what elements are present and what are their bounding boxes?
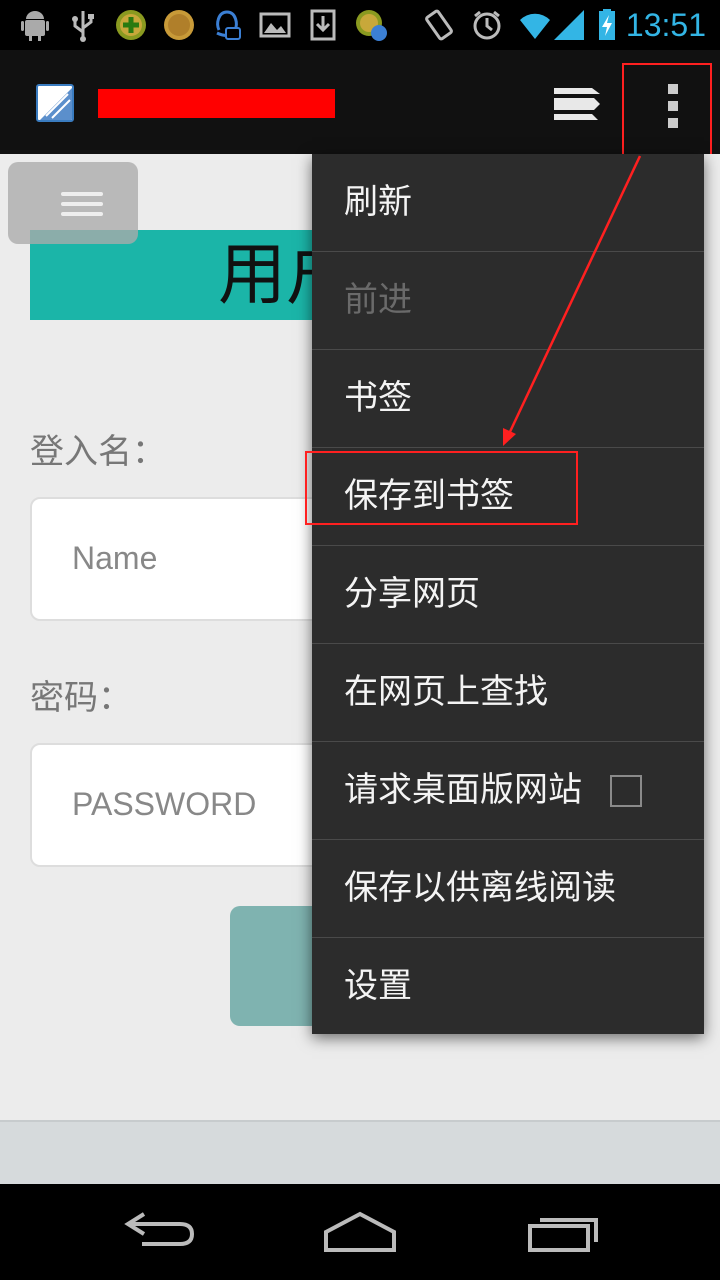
annotation-arrow	[503, 155, 642, 446]
